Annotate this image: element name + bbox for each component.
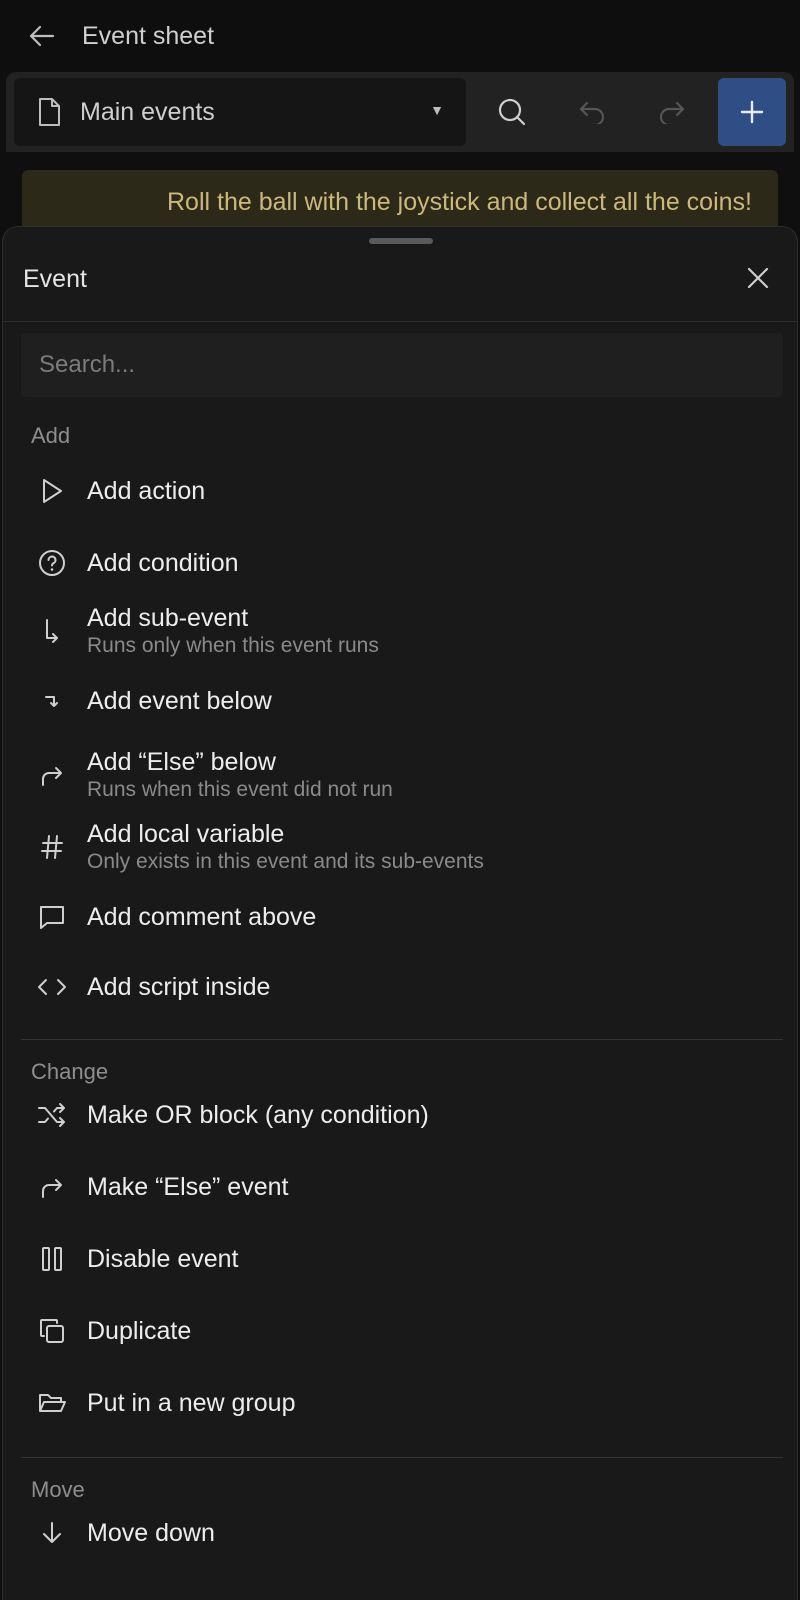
- item-label: Disable event: [87, 1245, 239, 1273]
- section-label-move: Move: [31, 1477, 85, 1502]
- undo-icon: [579, 101, 605, 124]
- close-button[interactable]: [741, 261, 775, 295]
- add-local-variable-item[interactable]: Add local variable Only exists in this e…: [21, 815, 783, 879]
- event-sheet-toolbar: Main events ▼: [6, 72, 794, 152]
- code-icon: [21, 955, 83, 1019]
- item-label: Add event below: [87, 687, 272, 715]
- item-label: Add script inside: [87, 973, 271, 1001]
- undo-button[interactable]: [558, 78, 626, 146]
- move-down-item[interactable]: Move down: [21, 1501, 783, 1565]
- subdirectory-arrow-icon: [21, 599, 83, 663]
- forward-arrow-icon: [21, 743, 83, 807]
- add-script-inside-item[interactable]: Add script inside: [21, 955, 783, 1019]
- add-else-below-item[interactable]: Add “Else” below Runs when this event di…: [21, 743, 783, 807]
- sheet-title: Event: [23, 265, 87, 293]
- item-label: Put in a new group: [87, 1389, 296, 1417]
- drag-handle[interactable]: [369, 238, 433, 244]
- top-bar: Event sheet: [0, 0, 800, 72]
- arrow-down-right-icon: [21, 669, 83, 733]
- item-label: Add “Else” below: [87, 748, 276, 776]
- document-icon: [36, 97, 62, 127]
- item-label: Add comment above: [87, 903, 317, 931]
- plus-icon: [740, 100, 764, 124]
- item-description: Runs only when this event runs: [87, 634, 379, 657]
- make-or-block-item[interactable]: Make OR block (any condition): [21, 1083, 783, 1147]
- add-action-item[interactable]: Add action: [21, 459, 783, 523]
- item-label: Add action: [87, 477, 206, 505]
- search-input[interactable]: Search...: [21, 333, 783, 397]
- item-description: Runs when this event did not run: [87, 778, 393, 801]
- section-label-add: Add: [31, 423, 71, 448]
- put-in-new-group-item[interactable]: Put in a new group: [21, 1371, 783, 1435]
- add-sub-event-item[interactable]: Add sub-event Runs only when this event …: [21, 599, 783, 663]
- add-condition-item[interactable]: Add condition: [21, 531, 783, 595]
- forward-arrow-icon: [21, 1155, 83, 1219]
- sheet-selector-label: Main events: [80, 97, 215, 126]
- redo-button[interactable]: [638, 78, 706, 146]
- section-label-change: Change: [31, 1059, 109, 1084]
- item-label: Add local variable: [87, 820, 285, 848]
- item-label: Add sub-event: [87, 604, 249, 632]
- copy-icon: [21, 1299, 83, 1363]
- section-divider: [21, 1039, 783, 1040]
- sheet-selector[interactable]: Main events ▼: [14, 78, 466, 146]
- event-menu-sheet: Event Search... Add Add action Add condi…: [2, 226, 798, 1600]
- back-arrow-icon[interactable]: [20, 14, 64, 58]
- item-label: Duplicate: [87, 1317, 192, 1345]
- search-button[interactable]: [478, 78, 546, 146]
- item-label: Add condition: [87, 549, 239, 577]
- caret-down-icon: ▼: [430, 102, 444, 118]
- make-else-event-item[interactable]: Make “Else” event: [21, 1155, 783, 1219]
- page-title: Event sheet: [82, 21, 215, 50]
- shuffle-icon: [21, 1083, 83, 1147]
- folder-open-icon: [21, 1371, 83, 1435]
- item-label: Move down: [87, 1519, 215, 1547]
- duplicate-item[interactable]: Duplicate: [21, 1299, 783, 1363]
- comment-banner[interactable]: Roll the ball with the joystick and coll…: [22, 170, 778, 234]
- pause-icon: [21, 1227, 83, 1291]
- item-label: Make OR block (any condition): [87, 1101, 429, 1129]
- item-description: Only exists in this event and its sub-ev…: [87, 850, 484, 873]
- section-divider: [21, 1457, 783, 1458]
- add-button[interactable]: [718, 78, 786, 146]
- play-icon: [21, 459, 83, 523]
- add-event-below-item[interactable]: Add event below: [21, 669, 783, 733]
- question-circle-icon: [21, 531, 83, 595]
- arrow-down-icon: [21, 1501, 83, 1565]
- redo-icon: [659, 101, 685, 124]
- divider: [3, 321, 797, 322]
- hash-icon: [21, 815, 83, 879]
- item-label: Make “Else” event: [87, 1173, 289, 1201]
- search-icon: [498, 98, 526, 126]
- comment-icon: [21, 885, 83, 949]
- disable-event-item[interactable]: Disable event: [21, 1227, 783, 1291]
- close-icon: [747, 267, 769, 289]
- add-comment-above-item[interactable]: Add comment above: [21, 885, 783, 949]
